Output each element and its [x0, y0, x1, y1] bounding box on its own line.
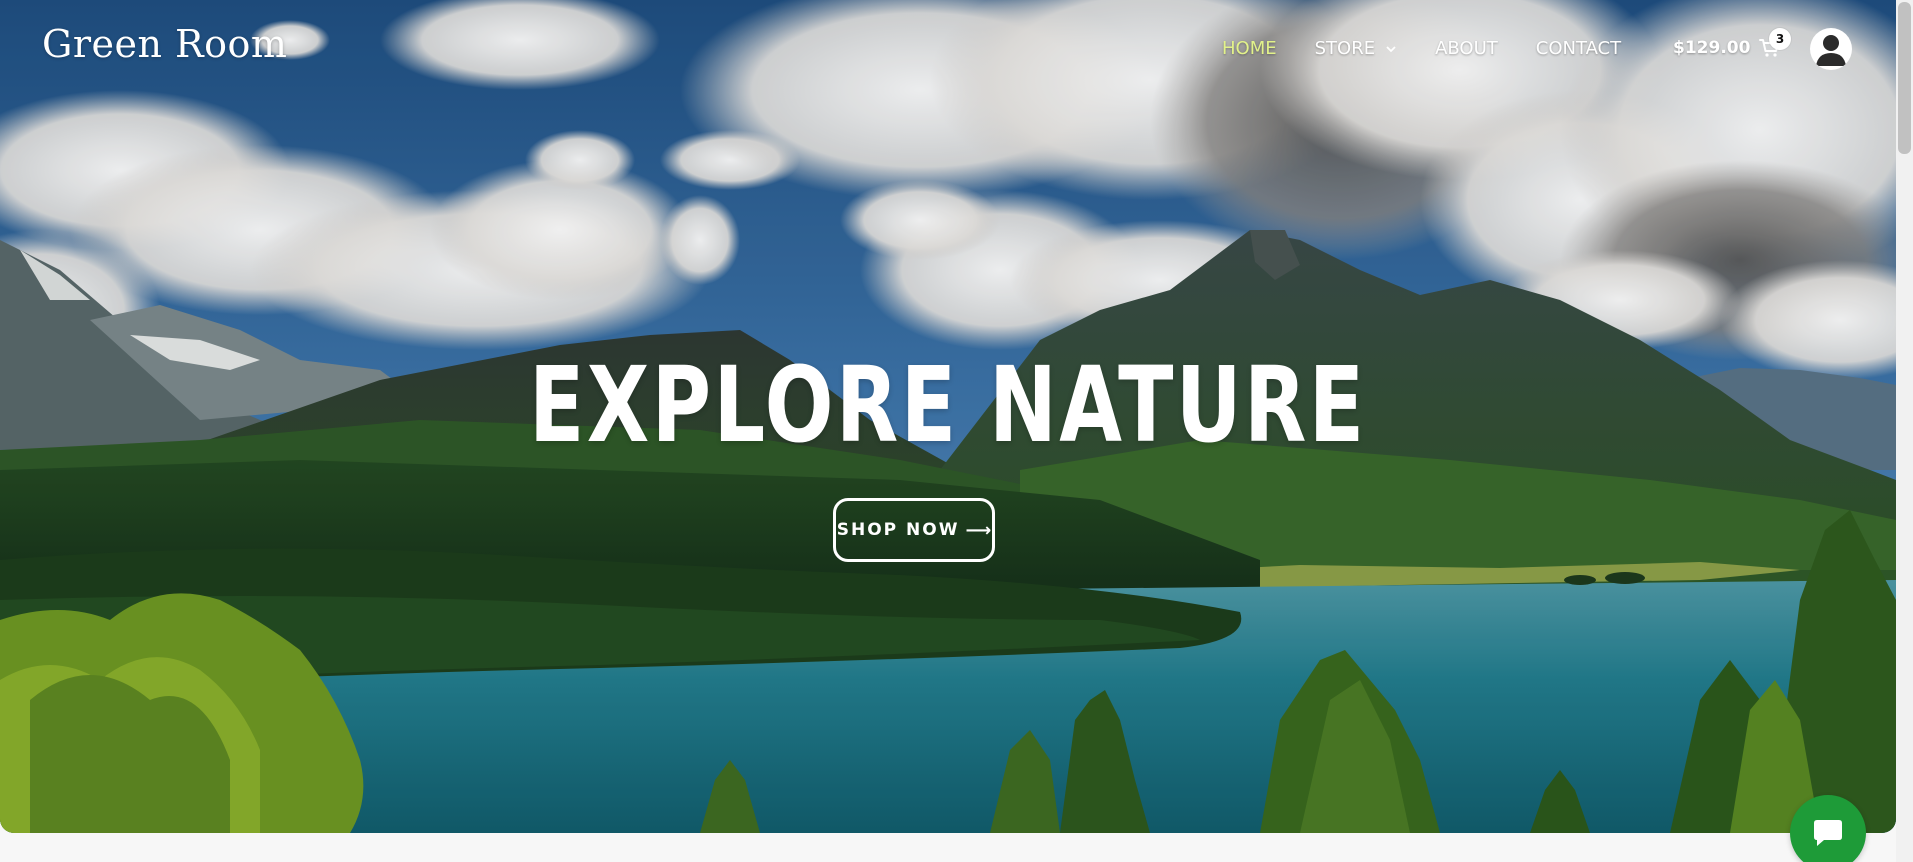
nav-item-home[interactable]: HOME	[1222, 38, 1277, 59]
nav-item-contact[interactable]: CONTACT	[1536, 38, 1621, 59]
nav-item-store[interactable]: STORE	[1315, 38, 1397, 59]
hero-banner: Green Room HOME STORE ABOUT CONTACT $129…	[0, 0, 1896, 833]
scrollbar-thumb[interactable]	[1898, 2, 1911, 154]
nav-item-label: HOME	[1222, 38, 1277, 59]
shop-now-button[interactable]: SHOP NOW ⟶	[833, 498, 995, 562]
nav-item-about[interactable]: ABOUT	[1435, 38, 1498, 59]
user-account-button[interactable]	[1810, 28, 1852, 70]
user-icon	[1816, 35, 1846, 66]
site-header: Green Room HOME STORE ABOUT CONTACT $129…	[0, 0, 1896, 100]
page: Green Room HOME STORE ABOUT CONTACT $129…	[0, 0, 1913, 862]
chat-button[interactable]	[1790, 795, 1866, 862]
nav-item-label: STORE	[1314, 38, 1376, 59]
page-scrollbar[interactable]	[1896, 0, 1913, 862]
shop-now-label: SHOP NOW	[836, 520, 960, 540]
cart-total: $129.00	[1673, 38, 1751, 58]
cart-count-badge: 3	[1769, 28, 1791, 50]
arrow-right-icon: ⟶	[965, 519, 992, 541]
site-logo[interactable]: Green Room	[42, 22, 287, 66]
nav-item-label: ABOUT	[1435, 38, 1498, 59]
chat-icon	[1814, 820, 1842, 846]
cart-link[interactable]: $129.00	[1673, 36, 1782, 60]
hero-title: EXPLORE NATURE	[529, 344, 1367, 466]
chevron-down-icon	[1386, 45, 1396, 52]
main-nav: HOME STORE ABOUT CONTACT	[1222, 38, 1659, 59]
nav-item-label: CONTACT	[1535, 38, 1622, 59]
